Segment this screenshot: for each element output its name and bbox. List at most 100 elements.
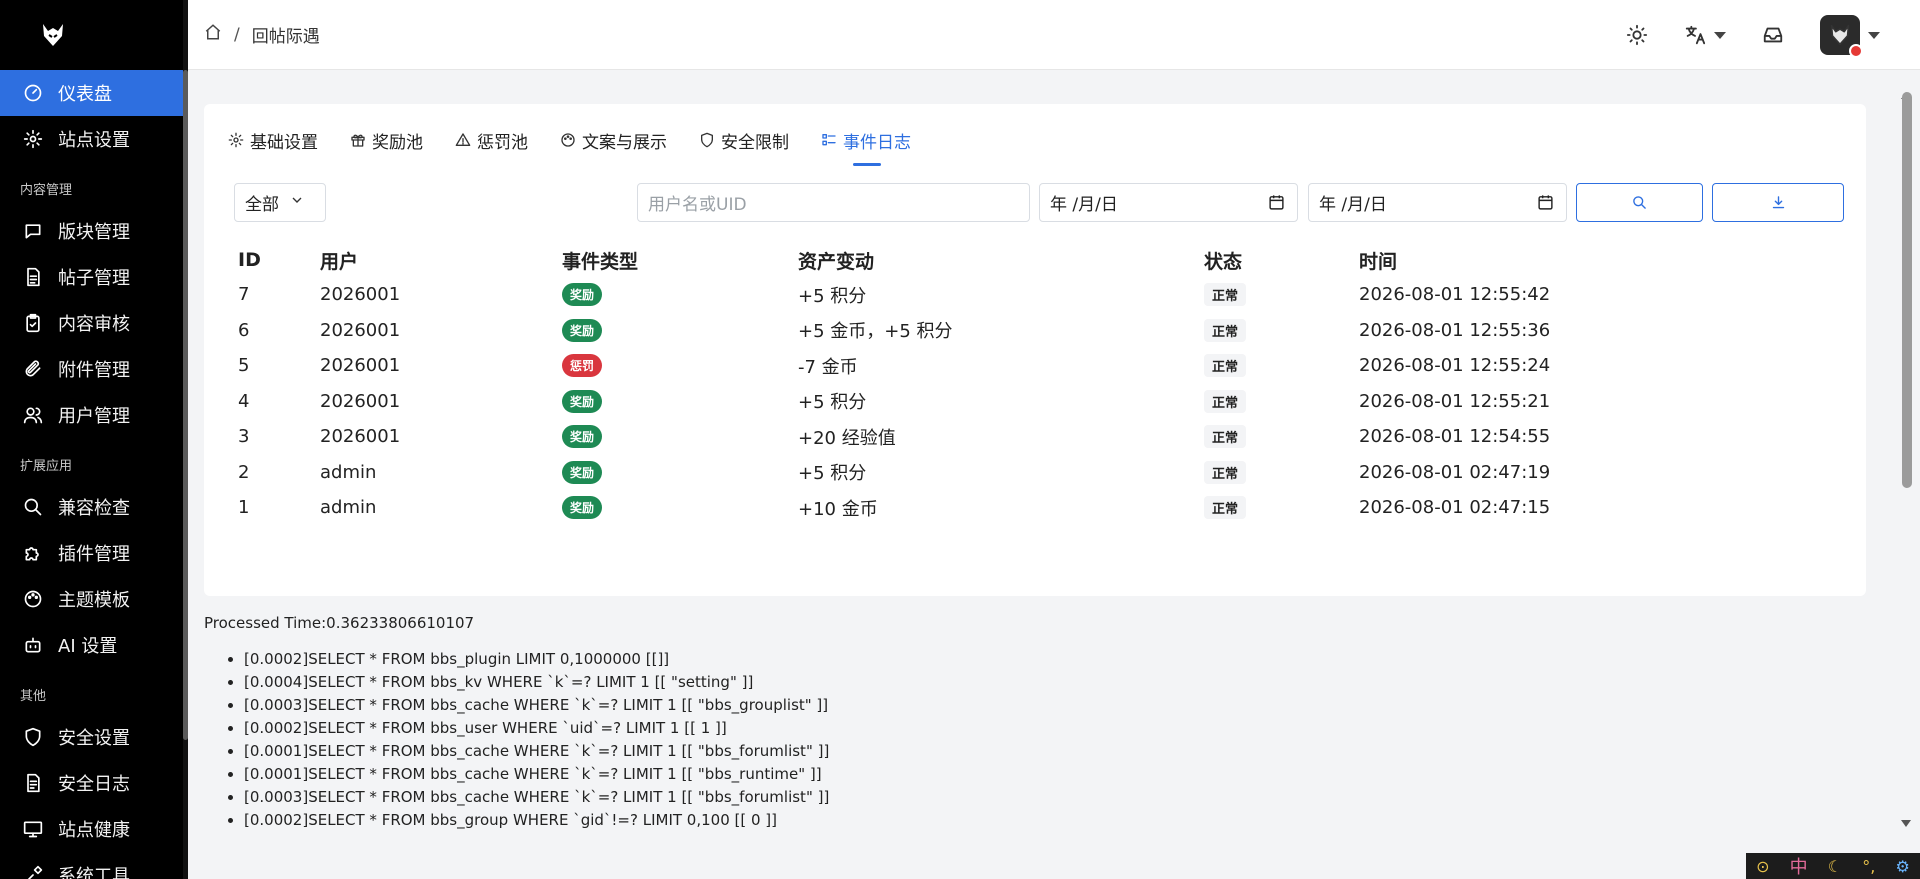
end-date-input[interactable]: 年 /月/日 (1308, 183, 1567, 222)
cell-id: 4 (238, 390, 250, 412)
tab-0[interactable]: 基础设置 (228, 124, 318, 156)
inbox-icon (1763, 27, 1783, 43)
cell-time: 2026-08-01 12:55:24 (1359, 355, 1551, 377)
sidebar-item-tools[interactable]: 系统工具 (0, 852, 188, 879)
tab-label: 文案与展示 (582, 132, 667, 153)
table-header-row: ID 用户 事件类型 资产变动 状态 时间 (234, 243, 1659, 277)
tab-1[interactable]: 奖励池 (350, 124, 423, 156)
col-header-id: ID (238, 249, 261, 271)
start-date-input[interactable]: 年 /月/日 (1039, 183, 1298, 222)
table-row: 6 2026001 奖励 +5 金币，+5 积分 正常 2026-08-01 12:55:… (234, 313, 1659, 349)
dashboard-icon (24, 84, 42, 102)
sidebar-item-clipboard-check[interactable]: 内容审核 (0, 300, 188, 346)
filter-bar: 全部 用户名或UID 年 /月/日 年 /月/日 (234, 183, 1844, 223)
wolf-logo-icon (43, 24, 63, 46)
sidebar-item-puzzle[interactable]: 插件管理 (0, 530, 188, 576)
users-icon (23, 407, 43, 424)
sidebar-scroll-thumb[interactable] (183, 70, 188, 740)
page-scroll-thumb[interactable] (1902, 92, 1912, 488)
sidebar-item-label: 仪表盘 (58, 84, 112, 105)
end-date-value: 年 /月/日 (1319, 195, 1387, 215)
status-badge: 正常 (1204, 425, 1247, 449)
sidebar-item-paperclip[interactable]: 附件管理 (0, 346, 188, 392)
sidebar-item-robot[interactable]: AI 设置 (0, 622, 188, 668)
theme-toggle-button[interactable] (1626, 24, 1648, 46)
ime-language-toggle[interactable]: 中 (1790, 853, 1808, 879)
sidebar-item-gear[interactable]: 站点设置 (0, 116, 188, 162)
cell-time: 2026-08-01 12:55:36 (1359, 319, 1551, 341)
log-icon (22, 772, 44, 794)
logo[interactable] (0, 0, 188, 70)
sidebar-item-shield[interactable]: 安全设置 (0, 714, 188, 760)
punctuation-icon[interactable]: °, (1862, 857, 1875, 876)
notification-dot (1849, 44, 1863, 58)
sidebar-item-dashboard[interactable]: 仪表盘 (0, 70, 183, 116)
status-badge: 正常 (1204, 318, 1247, 342)
settings-tabs: 基础设置 奖励池 惩罚池 文案与展示 安全限制 事件日志 (228, 124, 943, 174)
scroll-down-arrow[interactable] (1901, 820, 1911, 827)
tab-2[interactable]: 惩罚池 (455, 124, 528, 156)
header-actions (1590, 0, 1880, 70)
robot-icon (22, 634, 44, 656)
table-row: 5 2026001 惩罚 -7 金币 正常 2026-08-01 12:55:24 (234, 348, 1659, 384)
uid-search-placeholder: 用户名或UID (648, 195, 747, 215)
event-type-badge: 惩罚 (562, 354, 603, 378)
uid-search-input[interactable]: 用户名或UID (637, 183, 1030, 222)
search-button[interactable] (1576, 183, 1703, 222)
table-row: 1 admin 奖励 +10 金币 正常 2026-08-01 02:47:15 (234, 490, 1659, 526)
export-button[interactable] (1712, 183, 1844, 222)
chat-icon (25, 224, 41, 239)
sidebar-item-document[interactable]: 帖子管理 (0, 254, 188, 300)
table-row: 4 2026001 奖励 +5 积分 正常 2026-08-01 12:55:21 (234, 384, 1659, 420)
sidebar-item-label: 站点健康 (58, 820, 130, 841)
event-type-select[interactable]: 全部 (234, 183, 326, 222)
list-item: [0.0002]SELECT * FROM bbs_group WHERE `g… (244, 809, 829, 832)
avatar[interactable] (1820, 15, 1863, 58)
status-badge: 正常 (1204, 354, 1247, 378)
status-badge: 正常 (1204, 496, 1247, 520)
tab-label: 安全限制 (721, 132, 789, 153)
gear-icon[interactable]: ⚙ (1896, 857, 1910, 876)
sidebar-item-label: 内容审核 (58, 314, 130, 335)
moon-icon[interactable]: ☾ (1828, 857, 1842, 876)
tab-label: 惩罚池 (477, 132, 528, 153)
cell-status: 正常 (1204, 277, 1359, 313)
cell-event-type: 惩罚 (562, 348, 798, 384)
calendar-icon[interactable] (1537, 194, 1554, 216)
palette-icon (24, 590, 42, 608)
sidebar-item-palette[interactable]: 主题模板 (0, 576, 188, 622)
ime-logo-icon[interactable]: ⊙ (1756, 857, 1769, 876)
sidebar-item-label: 插件管理 (58, 544, 130, 565)
language-dropdown[interactable] (1684, 24, 1726, 46)
translate-icon (1685, 25, 1706, 45)
chevron-down-icon (1868, 31, 1880, 39)
sidebar-item-users[interactable]: 用户管理 (0, 392, 188, 438)
event-log-card: 基础设置 奖励池 惩罚池 文案与展示 安全限制 事件日志 全部 用户名或UID 年 /月/… (204, 104, 1866, 596)
tab-3[interactable]: 文案与展示 (560, 124, 667, 156)
user-menu[interactable] (1820, 15, 1880, 58)
sidebar-item-label: 兼容检查 (58, 498, 130, 519)
list-icon (822, 134, 836, 146)
status-badge: 正常 (1204, 389, 1247, 413)
home-icon[interactable] (204, 23, 222, 46)
event-type-badge: 奖励 (562, 460, 603, 484)
tab-4[interactable]: 安全限制 (699, 124, 789, 156)
sidebar-item-chat[interactable]: 版块管理 (0, 208, 188, 254)
sidebar-item-log[interactable]: 安全日志 (0, 760, 188, 806)
tools-icon (22, 864, 44, 879)
search-icon (1633, 196, 1646, 209)
breadcrumb: / 回帖际遇 (188, 22, 320, 47)
calendar-icon[interactable] (1268, 194, 1285, 216)
page-scrollbar[interactable] (1890, 70, 1920, 839)
cell-user: admin (320, 461, 377, 483)
tab-5[interactable]: 事件日志 (821, 124, 911, 166)
sidebar-item-search[interactable]: 兼容检查 (0, 484, 188, 530)
table-row: 2 admin 奖励 +5 积分 正常 2026-08-01 02:47:19 (234, 455, 1659, 491)
list-item: [0.0001]SELECT * FROM bbs_cache WHERE `k… (244, 740, 829, 763)
cell-status: 正常 (1204, 313, 1359, 349)
inbox-button[interactable] (1762, 24, 1784, 46)
cell-time: 2026-08-01 12:55:21 (1359, 390, 1551, 412)
sidebar-item-monitor[interactable]: 站点健康 (0, 806, 188, 852)
list-item: [0.0001]SELECT * FROM bbs_cache WHERE `k… (244, 763, 829, 786)
sidebar-item-label: 版块管理 (58, 222, 130, 243)
